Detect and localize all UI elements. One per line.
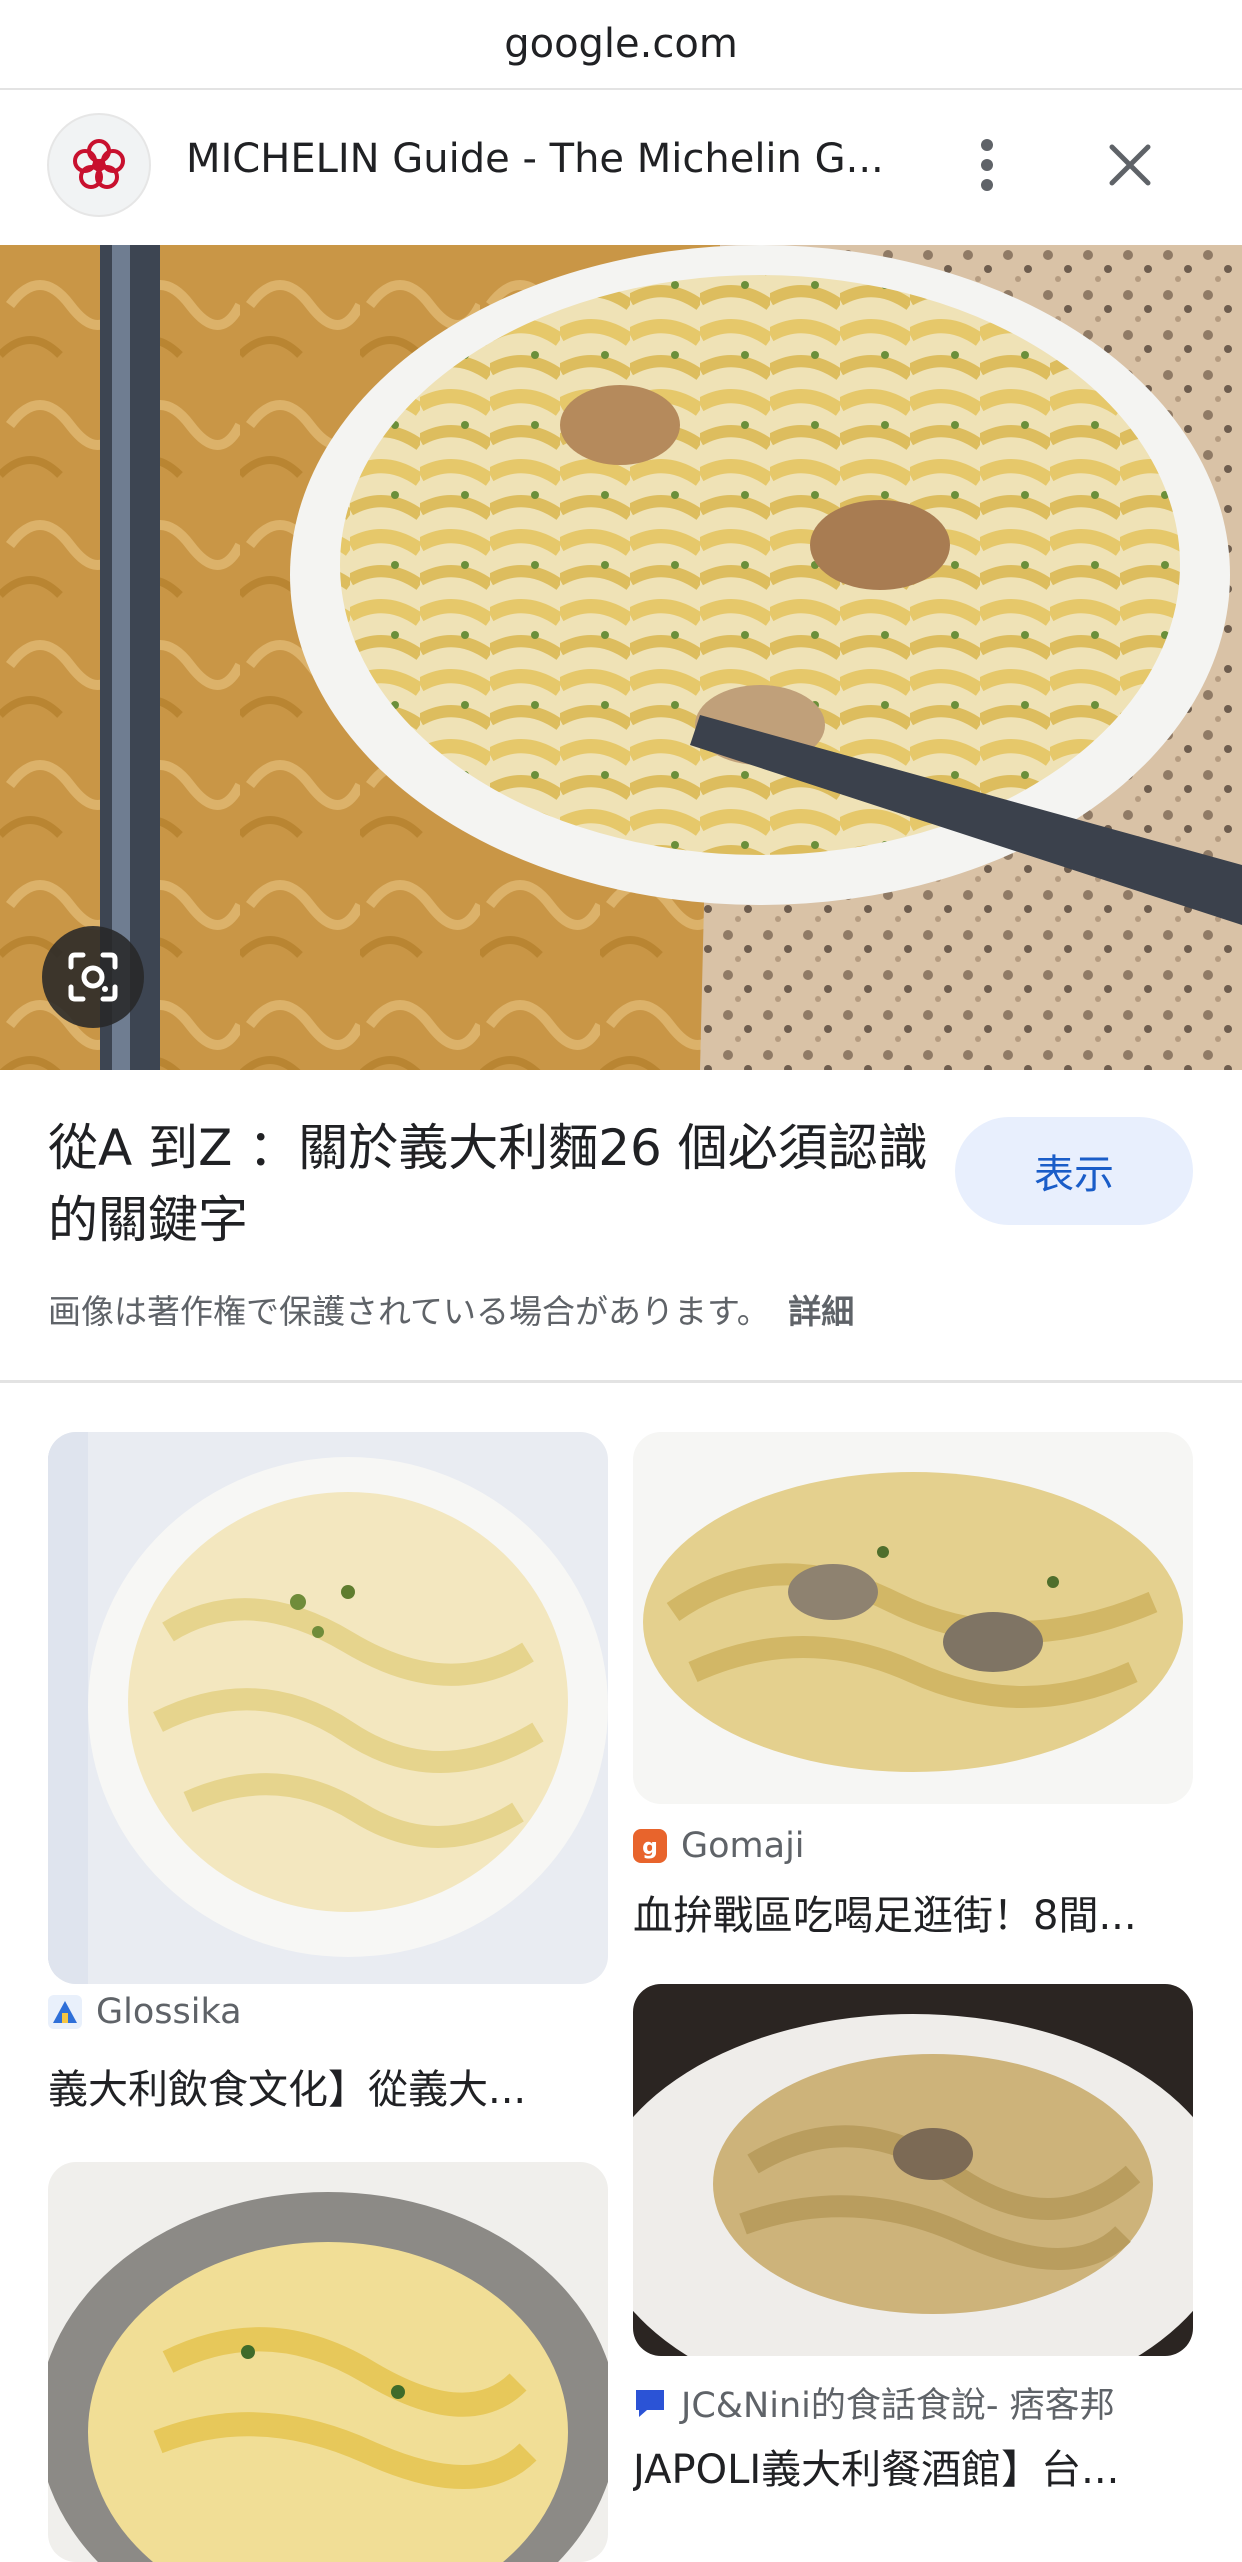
close-icon[interactable]	[1090, 125, 1170, 205]
related-source-2-name: Gomaji	[681, 1826, 805, 1866]
related-source-2[interactable]: g Gomaji	[633, 1826, 805, 1866]
gomaji-icon: g	[633, 1829, 667, 1863]
svg-text:g: g	[642, 1835, 658, 1860]
page-title[interactable]: MICHELIN Guide - The Michelin G...	[186, 136, 886, 182]
chat-bubble-icon	[633, 2386, 667, 2420]
copyright-notice: 画像は著作権で保護されている場合があります。 詳細	[48, 1285, 1148, 1333]
more-options-icon[interactable]	[962, 125, 1012, 205]
michelin-favicon	[47, 113, 151, 217]
divider	[0, 1380, 1242, 1383]
related-caption-2[interactable]: 血拚戰區吃喝足逛街！8間...	[633, 1883, 1193, 1941]
related-source-1[interactable]: Glossika	[48, 1992, 242, 2032]
details-link[interactable]: 詳細	[788, 1292, 854, 1331]
result-title[interactable]: 從A 到Z ：關於義大利麵26 個必須認識的關鍵字	[48, 1112, 938, 1256]
related-source-3[interactable]: JC&Nini的食話食說- 痞客邦	[633, 2377, 1115, 2428]
related-image-2[interactable]	[633, 1432, 1193, 1804]
lens-search-icon[interactable]	[42, 926, 144, 1028]
glossika-icon	[48, 1995, 82, 2029]
main-image[interactable]	[0, 245, 1242, 1070]
panel-header: MICHELIN Guide - The Michelin G...	[0, 90, 1242, 245]
show-button[interactable]: 表示	[955, 1117, 1193, 1225]
related-caption-1[interactable]: 義大利飲食文化】從義大...	[48, 2057, 608, 2115]
related-image-4[interactable]	[633, 1984, 1193, 2356]
url-bar[interactable]: google.com	[0, 0, 1242, 90]
related-image-1[interactable]	[48, 1432, 608, 1984]
related-image-3[interactable]	[48, 2162, 608, 2562]
related-source-1-name: Glossika	[96, 1992, 242, 2032]
copyright-text: 画像は著作権で保護されている場合があります。	[48, 1292, 770, 1331]
url-domain: google.com	[504, 21, 738, 67]
related-source-3-name: JC&Nini的食話食說- 痞客邦	[681, 2386, 1115, 2426]
related-caption-3[interactable]: JAPOLI義大利餐酒館】台...	[633, 2437, 1193, 2495]
